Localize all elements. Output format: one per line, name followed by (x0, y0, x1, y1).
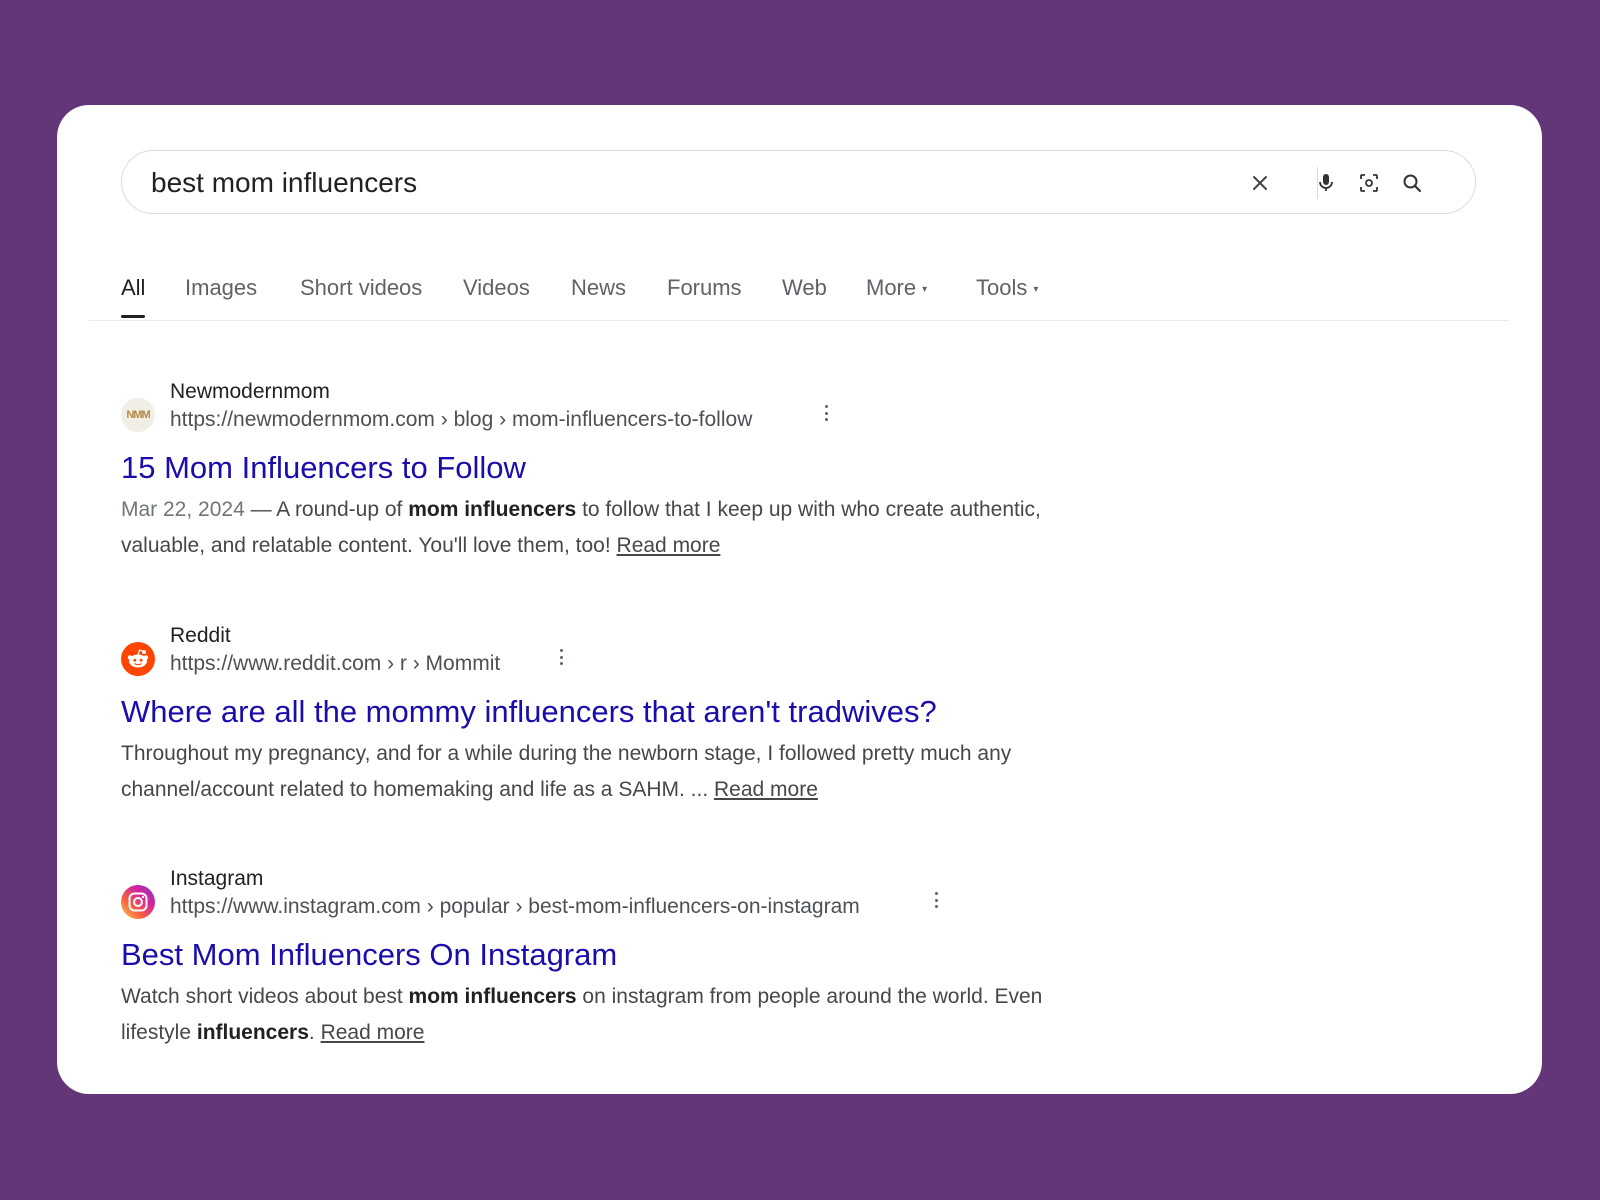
result-snippet: Mar 22, 2024 — A round-up of mom influen… (121, 492, 1101, 564)
tab-label: Images (185, 275, 258, 300)
more-options-icon[interactable] (931, 889, 941, 911)
site-name[interactable]: Newmodernmom (170, 380, 330, 404)
tab-tools[interactable]: Tools ▾ (976, 275, 1038, 301)
result-title-link[interactable]: Where are all the mommy influencers that… (121, 694, 937, 730)
search-results-card: best mom influencers All Images Short vi… (57, 105, 1542, 1094)
snippet-text: Watch short videos about best (121, 985, 409, 1008)
caret-down-icon: ▾ (1033, 283, 1039, 295)
snippet-text: . (308, 1021, 321, 1044)
result-date: Mar 22, 2024 (121, 498, 245, 521)
caret-down-icon: ▾ (922, 283, 928, 295)
search-input[interactable]: best mom influencers (151, 151, 417, 215)
more-options-icon[interactable] (556, 646, 566, 668)
tab-forums[interactable]: Forums (667, 275, 742, 301)
tab-web[interactable]: Web (782, 275, 827, 301)
tab-label: Videos (463, 275, 530, 300)
active-tab-indicator (121, 315, 146, 318)
snippet-highlight: mom influencers (408, 498, 577, 521)
tab-label: Tools (976, 275, 1028, 300)
read-more-link[interactable]: Read more (714, 778, 818, 801)
tab-label: Short videos (300, 275, 423, 300)
tab-images[interactable]: Images (185, 275, 257, 301)
tab-videos[interactable]: Videos (463, 275, 530, 301)
read-more-link[interactable]: Read more (321, 1021, 425, 1044)
tab-label: News (571, 275, 627, 300)
snippet-text: Throughout my pregnancy, and for a while… (121, 742, 1012, 801)
tab-short-videos[interactable]: Short videos (300, 275, 422, 301)
tab-news[interactable]: News (571, 275, 626, 301)
tab-label: Forums (667, 275, 742, 300)
tab-all[interactable]: All (121, 275, 146, 318)
microphone-icon[interactable] (1313, 170, 1339, 196)
result-snippet: Throughout my pregnancy, and for a while… (121, 736, 1101, 808)
site-url[interactable]: https://www.reddit.com › r › Mommit (170, 652, 500, 676)
read-more-link[interactable]: Read more (617, 534, 721, 557)
search-tabs: All Images Short videos Videos News Foru… (89, 263, 1509, 321)
snippet-highlight: mom influencers (408, 985, 577, 1008)
instagram-favicon-icon (121, 885, 155, 919)
reddit-favicon-icon (121, 642, 155, 676)
tab-label: All (121, 275, 146, 300)
more-options-icon[interactable] (821, 402, 831, 424)
snippet-highlight: influencers (196, 1021, 309, 1044)
tab-label: More (866, 275, 917, 300)
site-name[interactable]: Instagram (170, 867, 263, 891)
search-bar[interactable]: best mom influencers (121, 150, 1476, 214)
site-url[interactable]: https://www.instagram.com › popular › be… (170, 895, 860, 919)
site-url[interactable]: https://newmodernmom.com › blog › mom-in… (170, 408, 752, 432)
tab-more[interactable]: More ▾ (866, 275, 927, 301)
close-icon[interactable] (1247, 170, 1273, 196)
result-snippet: Watch short videos about best mom influe… (121, 979, 1101, 1051)
search-icon[interactable] (1399, 170, 1425, 196)
newmodernmom-favicon-icon: NMM (121, 398, 155, 432)
lens-icon[interactable] (1356, 170, 1382, 196)
result-title-link[interactable]: Best Mom Influencers On Instagram (121, 937, 617, 973)
result-title-link[interactable]: 15 Mom Influencers to Follow (121, 450, 526, 486)
tab-label: Web (782, 275, 827, 300)
snippet-text: — A round-up of (244, 498, 409, 521)
site-name[interactable]: Reddit (170, 624, 231, 648)
